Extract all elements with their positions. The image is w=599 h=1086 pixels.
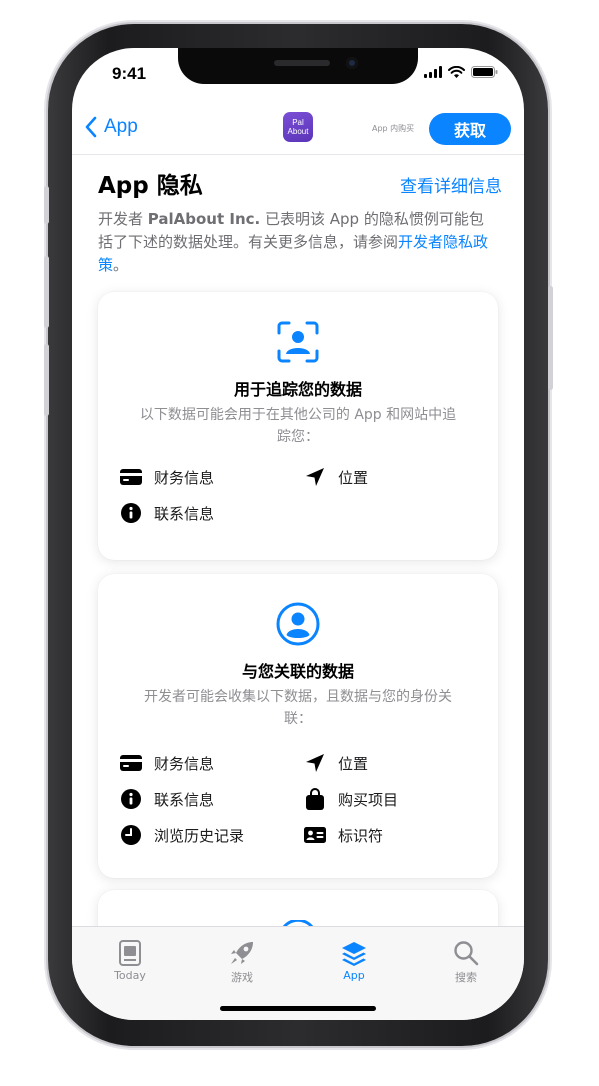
volume-up-button	[44, 256, 49, 328]
nav-bar: App Pal About App 内购买 获取	[72, 108, 524, 154]
wifi-icon	[448, 66, 465, 78]
linked-item-identifiers: 标识符	[304, 824, 383, 846]
tab-games[interactable]: 游戏	[202, 937, 282, 985]
linked-item-label: 财务信息	[154, 754, 215, 773]
tab-label: 游戏	[231, 971, 253, 984]
mute-switch	[44, 186, 49, 224]
tracking-item-contact: 联系信息	[120, 502, 214, 524]
linked-item-label: 位置	[338, 754, 369, 773]
search-icon	[426, 937, 506, 969]
linked-item-contact: 联系信息	[120, 788, 214, 810]
linked-item-label: 浏览历史记录	[154, 826, 245, 845]
tab-label: 搜索	[455, 971, 477, 984]
tab-today[interactable]: Today	[90, 937, 170, 982]
cellular-signal-icon	[424, 66, 442, 78]
nav-divider	[72, 154, 524, 155]
info-circle-icon	[120, 788, 142, 810]
linked-item-label: 标识符	[338, 826, 384, 845]
get-button[interactable]: 获取	[429, 113, 511, 145]
tracking-card-subtitle: 以下数据可能会用于在其他公司的 App 和网站中追踪您：	[139, 407, 457, 445]
info-circle-icon	[120, 502, 142, 524]
app-icon-text: Pal About	[287, 118, 309, 136]
speaker	[274, 60, 330, 66]
credit-card-icon	[120, 466, 142, 488]
back-button[interactable]: App	[84, 116, 138, 138]
front-camera	[346, 57, 358, 69]
linked-data-card[interactable]: 与您关联的数据 开发者可能会收集以下数据，且数据与您的身份关联： 财务信息 位置…	[98, 574, 498, 878]
shopping-bag-icon	[304, 788, 326, 810]
tab-label: Today	[114, 969, 146, 982]
linked-item-location: 位置	[304, 752, 368, 774]
linked-item-browsing: 浏览历史记录	[120, 824, 244, 846]
tracking-item-label: 联系信息	[154, 504, 215, 523]
tracking-item-location: 位置	[304, 466, 368, 488]
app-icon[interactable]: Pal About	[283, 112, 313, 142]
tab-search[interactable]: 搜索	[426, 937, 506, 985]
battery-icon	[471, 66, 498, 78]
description-period: 。	[113, 256, 129, 274]
person-circle-icon	[276, 602, 320, 646]
screen: 9:41 App Pal About App 内购买 获取 App 隐私 查看详…	[72, 48, 524, 1020]
tracking-item-label: 位置	[338, 468, 369, 487]
tracking-item-label: 财务信息	[154, 468, 215, 487]
status-time: 9:41	[112, 64, 147, 83]
chevron-left-icon	[85, 116, 97, 138]
location-arrow-icon	[304, 466, 326, 488]
tab-app[interactable]: App	[314, 937, 394, 982]
developer-name: PalAbout Inc.	[147, 210, 261, 228]
see-details-link[interactable]: 查看详细信息	[400, 172, 502, 197]
status-icons	[424, 66, 498, 78]
notch	[178, 48, 418, 84]
privacy-description: 开发者 PalAbout Inc. 已表明该 App 的隐私惯例可能包括了下述的…	[98, 208, 498, 277]
description-prefix: 开发者	[98, 210, 148, 228]
clock-icon	[120, 824, 142, 846]
home-indicator	[220, 1006, 376, 1011]
app-stack-icon	[314, 937, 394, 969]
tracking-face-icon	[277, 321, 319, 363]
tracking-card-title: 用于追踪您的数据	[233, 380, 362, 399]
linked-card-subtitle: 开发者可能会收集以下数据，且数据与您的身份关联：	[144, 689, 452, 727]
volume-down-button	[44, 344, 49, 416]
linked-item-financial: 财务信息	[120, 752, 214, 774]
linked-item-purchases: 购买项目	[304, 788, 398, 810]
tracking-item-financial: 财务信息	[120, 466, 214, 488]
back-label: App	[104, 116, 138, 137]
credit-card-icon	[120, 752, 142, 774]
tracking-data-card[interactable]: 用于追踪您的数据 以下数据可能会用于在其他公司的 App 和网站中追踪您： 财务…	[98, 292, 498, 560]
linked-item-label: 购买项目	[338, 790, 399, 809]
rocket-icon	[202, 937, 282, 969]
power-button	[548, 286, 553, 390]
linked-item-label: 联系信息	[154, 790, 215, 809]
today-icon	[90, 937, 170, 969]
location-arrow-icon	[304, 752, 326, 774]
tab-label: App	[343, 969, 365, 982]
linked-card-title: 与您关联的数据	[241, 662, 354, 681]
id-card-icon	[304, 824, 326, 846]
page-title: App 隐私	[98, 173, 203, 199]
in-app-purchase-label: App 内购买	[372, 124, 415, 133]
